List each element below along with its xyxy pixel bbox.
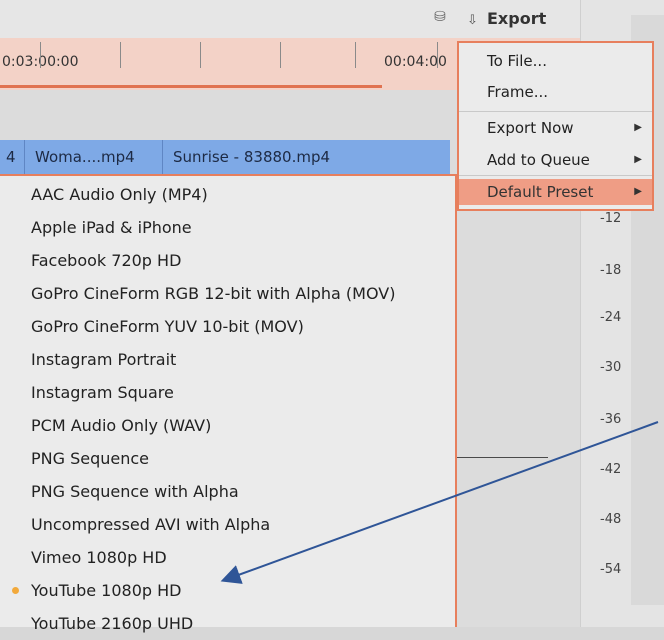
preset-item[interactable]: Facebook 720p HD (0, 244, 455, 277)
database-icon[interactable]: ⛁ (432, 9, 448, 27)
meter-scale-label: -36 (600, 412, 622, 427)
clip-row: 4 Woma....mp4 Sunrise - 83880.mp4 (0, 140, 450, 174)
menu-item-label: Default Preset (487, 183, 594, 201)
menu-item-label: Add to Queue (487, 151, 590, 169)
submenu-arrow-icon: ▶ (634, 154, 642, 165)
export-menu: To File... Frame... Export Now ▶ Add to Q… (457, 41, 654, 211)
menu-divider (459, 175, 652, 176)
export-button[interactable]: ⇩ Export (467, 8, 546, 30)
export-icon: ⇩ (467, 13, 478, 28)
preset-item[interactable]: PCM Audio Only (WAV) (0, 409, 455, 442)
ruler-tick (40, 42, 41, 68)
preset-item[interactable]: AAC Audio Only (MP4) (0, 178, 455, 211)
playback-progress (0, 85, 382, 88)
menu-item-to-file[interactable]: To File... (459, 48, 652, 74)
clip-woman[interactable]: Woma....mp4 (24, 140, 161, 174)
meter-scale-label: -48 (600, 512, 622, 527)
menu-item-frame[interactable]: Frame... (459, 79, 652, 105)
meter-scale-label: -54 (600, 562, 622, 577)
meter-scale-label: -30 (600, 360, 622, 375)
preset-item[interactable]: PNG Sequence with Alpha (0, 475, 455, 508)
ruler-tick (200, 42, 201, 68)
menu-item-label: Frame... (487, 83, 549, 101)
preset-item[interactable]: Apple iPad & iPhone (0, 211, 455, 244)
export-label: Export (487, 9, 547, 28)
clip-sunrise[interactable]: Sunrise - 83880.mp4 (162, 140, 330, 174)
preset-item[interactable]: Instagram Portrait (0, 343, 455, 376)
meter-scale-label: -12 (600, 211, 622, 226)
preset-item[interactable]: PNG Sequence (0, 442, 455, 475)
preset-item-selected[interactable]: YouTube 1080p HD (0, 574, 455, 607)
preset-item[interactable]: YouTube 2160p UHD (0, 607, 455, 640)
preset-item[interactable]: GoPro CineForm RGB 12-bit with Alpha (MO… (0, 277, 455, 310)
menu-item-label: To File... (487, 52, 547, 70)
toolbar: ⛁ ⇩ Export (0, 0, 580, 38)
clip-fragment[interactable]: 4 (6, 140, 16, 174)
meter-scale-label: -18 (600, 263, 622, 278)
meter-scale-label: -42 (600, 462, 622, 477)
preset-submenu: AAC Audio Only (MP4) Apple iPad & iPhone… (0, 174, 457, 633)
menu-item-label: Export Now (487, 119, 574, 137)
ruler-tick (120, 42, 121, 68)
preset-item[interactable]: Uncompressed AVI with Alpha (0, 508, 455, 541)
menu-divider (459, 111, 652, 112)
preset-item[interactable]: Vimeo 1080p HD (0, 541, 455, 574)
meter-scale-label: -24 (600, 310, 622, 325)
ruler-tick (280, 42, 281, 68)
submenu-arrow-icon: ▶ (634, 122, 642, 133)
preset-item[interactable]: GoPro CineForm YUV 10-bit (MOV) (0, 310, 455, 343)
menu-item-export-now[interactable]: Export Now ▶ (459, 115, 652, 141)
preset-item[interactable]: Instagram Square (0, 376, 455, 409)
submenu-arrow-icon: ▶ (634, 186, 642, 197)
ruler-tick (355, 42, 356, 68)
menu-item-default-preset[interactable]: Default Preset ▶ (459, 179, 652, 205)
menu-item-add-to-queue[interactable]: Add to Queue ▶ (459, 147, 652, 173)
ruler-tick (437, 42, 438, 68)
